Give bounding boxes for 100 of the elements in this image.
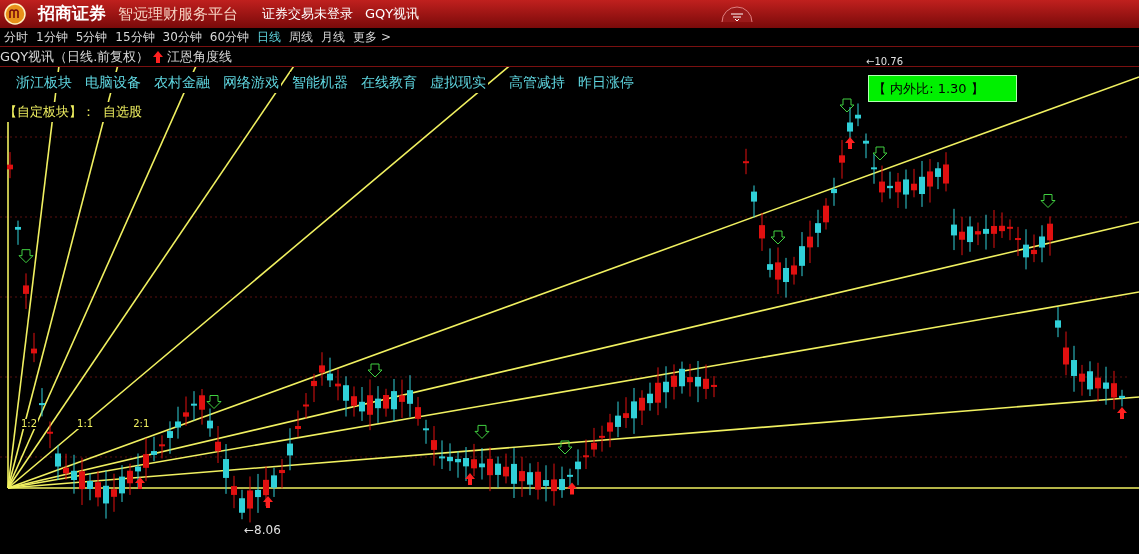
candlestick bbox=[279, 458, 285, 489]
candlestick bbox=[519, 456, 525, 498]
candlestick bbox=[655, 366, 661, 416]
candlestick bbox=[431, 425, 437, 467]
candlestick bbox=[815, 209, 821, 248]
candlestick bbox=[375, 385, 381, 424]
candlestick bbox=[1023, 228, 1029, 270]
period-tab[interactable]: 月线 bbox=[321, 28, 346, 46]
candlestick bbox=[191, 390, 197, 422]
candlestick bbox=[887, 171, 893, 200]
candlestick bbox=[1039, 224, 1045, 263]
sector-tag[interactable]: 虚拟现实 bbox=[428, 72, 488, 93]
candlestick bbox=[487, 446, 493, 492]
sector-tag[interactable]: 电脑设备 bbox=[83, 72, 143, 93]
candlestick bbox=[1111, 370, 1117, 410]
period-tab[interactable]: 30分钟 bbox=[162, 28, 202, 46]
candlestick bbox=[567, 468, 573, 488]
candlestick bbox=[687, 363, 693, 398]
candlestick bbox=[831, 177, 837, 207]
candlestick bbox=[359, 386, 365, 422]
candlestick bbox=[215, 425, 221, 464]
candlestick bbox=[39, 387, 45, 417]
candlestick bbox=[1071, 345, 1077, 393]
candlestick bbox=[351, 385, 357, 418]
up-arrow-icon bbox=[153, 50, 164, 63]
candlestick bbox=[671, 363, 677, 400]
candlestick bbox=[1095, 362, 1101, 402]
candlestick bbox=[711, 375, 717, 398]
period-tab[interactable]: 1分钟 bbox=[36, 28, 68, 46]
candlestick bbox=[623, 396, 629, 429]
candlestick bbox=[151, 436, 157, 462]
candlestick bbox=[439, 439, 445, 470]
candlestick bbox=[423, 419, 429, 445]
candlestick bbox=[159, 434, 165, 459]
candlestick bbox=[223, 443, 229, 495]
candlestick bbox=[799, 231, 805, 277]
candlestick bbox=[23, 272, 29, 310]
candlestick bbox=[863, 133, 869, 159]
candlestick bbox=[367, 378, 373, 431]
candlestick bbox=[1087, 360, 1093, 397]
candlestick bbox=[79, 457, 85, 506]
candlestick bbox=[495, 456, 501, 489]
period-tab[interactable]: 5分钟 bbox=[75, 28, 108, 46]
candlestick bbox=[1063, 331, 1069, 376]
candlestick bbox=[183, 396, 189, 427]
candlestick bbox=[391, 378, 397, 422]
sector-tag[interactable]: 网络游戏 bbox=[221, 72, 281, 93]
menu-icon[interactable] bbox=[720, 6, 755, 22]
candlestick bbox=[751, 185, 757, 219]
period-tab[interactable]: 15分钟 bbox=[115, 28, 155, 46]
candlestick bbox=[807, 220, 813, 264]
candlestick bbox=[119, 464, 125, 503]
candlestick bbox=[1103, 366, 1109, 406]
candlestick bbox=[663, 365, 669, 409]
candlestick bbox=[167, 420, 173, 455]
candlestick bbox=[87, 472, 93, 501]
period-tab[interactable]: 分时 bbox=[4, 28, 28, 46]
indicator-name: 江恩角度线 bbox=[167, 47, 233, 66]
candlestick bbox=[287, 427, 293, 471]
candlestick bbox=[463, 446, 469, 482]
sector-tag[interactable]: 浙江板块 bbox=[14, 72, 74, 93]
candlestick bbox=[615, 401, 621, 438]
candlestick bbox=[1119, 389, 1125, 407]
candlestick bbox=[31, 332, 37, 363]
sell-arrow-icon bbox=[557, 440, 573, 455]
sell-arrow-icon bbox=[1040, 194, 1056, 208]
period-tab[interactable]: 更多 > bbox=[353, 28, 391, 46]
candlestick bbox=[471, 443, 477, 477]
sector-tag[interactable]: 农村金融 bbox=[152, 72, 212, 93]
candlestick bbox=[583, 439, 589, 470]
chart-title: GQY视讯（日线.前复权） bbox=[0, 47, 150, 66]
period-tab[interactable]: 日线 bbox=[257, 28, 282, 46]
candlestick bbox=[975, 222, 981, 246]
candlestick bbox=[335, 368, 341, 401]
candlestick bbox=[199, 388, 205, 426]
candlestick bbox=[919, 160, 925, 208]
candlestick bbox=[1047, 215, 1053, 257]
gann-ratio-label: 1:2 bbox=[20, 419, 39, 429]
candlestick bbox=[551, 463, 557, 507]
candlestick bbox=[207, 408, 213, 438]
buy-arrow-icon bbox=[567, 482, 577, 495]
candlestick bbox=[239, 489, 245, 520]
sell-arrow-icon bbox=[18, 249, 34, 264]
candlestick bbox=[999, 211, 1005, 239]
period-tab[interactable]: 周线 bbox=[289, 28, 314, 46]
candlestick bbox=[1079, 364, 1085, 397]
custom-block-value: 自选股 bbox=[101, 102, 144, 122]
candlestick bbox=[1031, 234, 1037, 263]
candlestick bbox=[991, 209, 997, 249]
buy-arrow-icon bbox=[465, 473, 475, 485]
sell-arrow-icon bbox=[872, 146, 888, 161]
candlestick bbox=[759, 212, 765, 252]
period-tab[interactable]: 60分钟 bbox=[209, 28, 250, 46]
sell-arrow-icon bbox=[474, 424, 490, 439]
candlestick bbox=[7, 151, 13, 179]
candlestick bbox=[255, 473, 261, 514]
candlestick bbox=[591, 427, 597, 458]
candlestick bbox=[1007, 218, 1013, 241]
candlestick bbox=[63, 453, 69, 481]
candlestick bbox=[871, 153, 877, 185]
